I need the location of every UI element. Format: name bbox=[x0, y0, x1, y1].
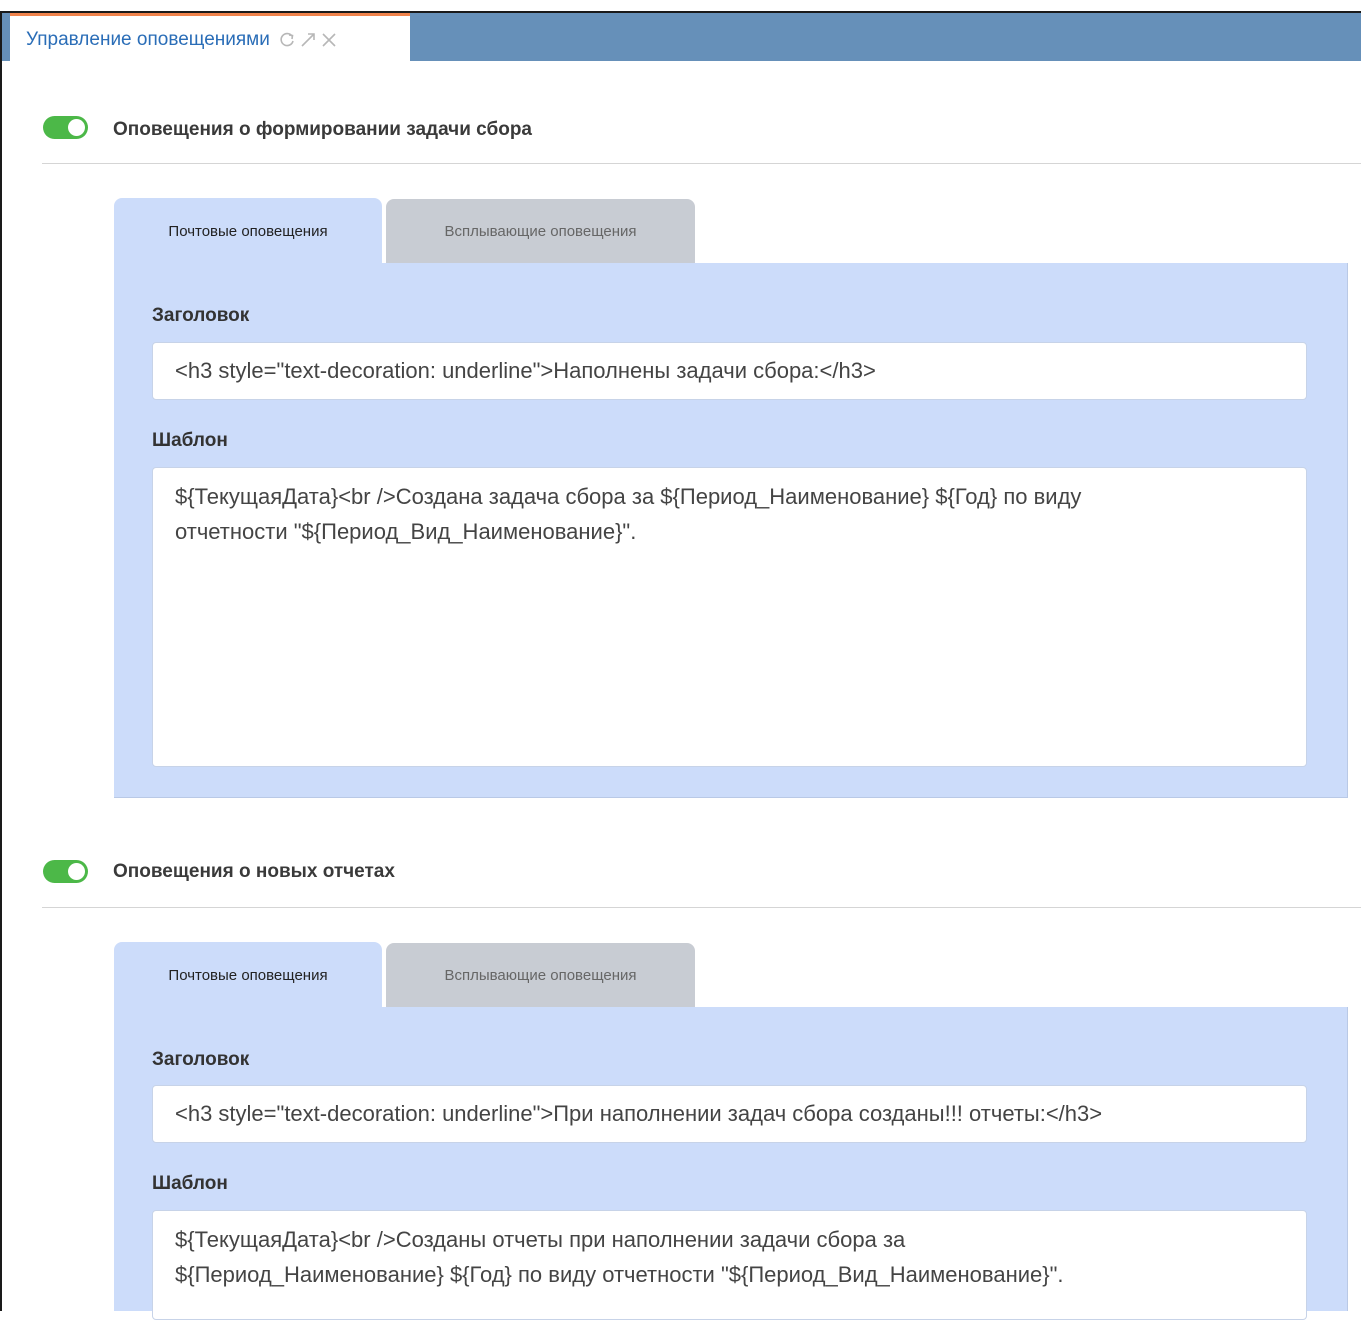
tab-popup-notifications[interactable]: Всплывающие оповещения bbox=[386, 943, 695, 1007]
toggle-knob bbox=[68, 119, 85, 136]
window-tab[interactable]: Управление оповещениями bbox=[10, 13, 410, 63]
header-input[interactable]: <h3 style="text-decoration: underline">П… bbox=[152, 1085, 1307, 1143]
section-toggle[interactable] bbox=[43, 116, 88, 139]
section-title: Оповещения о новых отчетах bbox=[113, 861, 395, 882]
tab-email-notifications[interactable]: Почтовые оповещения bbox=[114, 942, 382, 1008]
notification-panel: Заголовок <h3 style="text-decoration: un… bbox=[114, 1007, 1348, 1320]
header-input[interactable]: <h3 style="text-decoration: underline">Н… bbox=[152, 342, 1307, 400]
section-title: Оповещения о формировании задачи сбора bbox=[113, 119, 532, 140]
expand-icon[interactable] bbox=[299, 31, 317, 49]
template-textarea[interactable]: ${ТекущаяДата}<br />Создана задача сбора… bbox=[152, 467, 1307, 767]
toggle-knob bbox=[68, 863, 85, 880]
header-label: Заголовок bbox=[152, 1049, 250, 1070]
refresh-icon[interactable] bbox=[278, 31, 296, 49]
template-label: Шаблон bbox=[152, 1173, 228, 1194]
section-divider bbox=[42, 163, 1361, 164]
window-tab-title[interactable]: Управление оповещениями bbox=[26, 29, 270, 51]
template-textarea[interactable]: ${ТекущаяДата}<br />Созданы отчеты при н… bbox=[152, 1210, 1307, 1320]
tab-email-notifications[interactable]: Почтовые оповещения bbox=[114, 198, 382, 264]
section-divider bbox=[42, 907, 1361, 908]
template-label: Шаблон bbox=[152, 430, 228, 451]
section-toggle[interactable] bbox=[43, 860, 88, 883]
header-label: Заголовок bbox=[152, 305, 250, 326]
tab-popup-notifications[interactable]: Всплывающие оповещения bbox=[386, 199, 695, 263]
window-frame-left bbox=[0, 12, 2, 1311]
notification-panel: Заголовок <h3 style="text-decoration: un… bbox=[114, 263, 1348, 798]
close-icon[interactable] bbox=[320, 31, 338, 49]
